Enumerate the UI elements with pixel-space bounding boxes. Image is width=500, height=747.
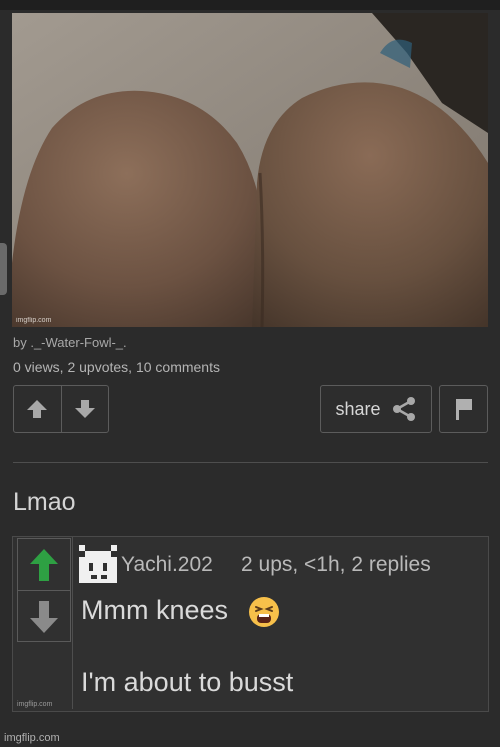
comment-meta: 2 ups, <1h, 2 replies (241, 553, 431, 576)
top-strip (0, 0, 500, 10)
divider (13, 462, 488, 463)
up-arrow-icon (27, 400, 48, 418)
comment-vote-group (17, 538, 71, 642)
flag-button[interactable] (439, 385, 488, 433)
upvote-button[interactable] (14, 386, 61, 432)
tired-face-emoji-icon (248, 596, 280, 633)
flag-icon (455, 399, 472, 420)
comment-image[interactable]: Yachi.202 2 ups, <1h, 2 replies Mmm knee… (12, 536, 489, 712)
comment-text-line2: I'm about to busst (81, 667, 294, 697)
image-watermark: imgflip.com (16, 317, 52, 324)
comment-downvote-button[interactable] (18, 590, 70, 642)
post-image[interactable]: imgflip.com (12, 13, 488, 327)
downvote-button[interactable] (60, 386, 109, 432)
post-stats: 0 views, 2 upvotes, 10 comments (13, 359, 220, 375)
post-author[interactable]: by ._-Water-Fowl-_. (13, 335, 127, 350)
page-watermark: imgflip.com (4, 732, 60, 744)
comment-image-watermark: imgflip.com (17, 701, 53, 708)
knees-photo (12, 13, 488, 327)
vote-group (13, 385, 109, 433)
post-title: Lmao (13, 488, 76, 516)
comment-separator (72, 537, 73, 709)
share-button[interactable]: share (320, 385, 432, 433)
comment-username[interactable]: Yachi.202 (121, 553, 213, 577)
share-icon (392, 397, 415, 421)
down-arrow-icon (30, 600, 58, 633)
scroll-handle[interactable] (0, 243, 7, 295)
up-arrow-icon (30, 548, 58, 581)
comment-upvote-button[interactable] (18, 539, 70, 590)
avatar[interactable] (79, 545, 117, 588)
avatar-identicon (79, 545, 117, 583)
share-label: share (335, 398, 381, 419)
comment-text-line1: Mmm knees (81, 595, 229, 625)
down-arrow-icon (74, 400, 95, 418)
